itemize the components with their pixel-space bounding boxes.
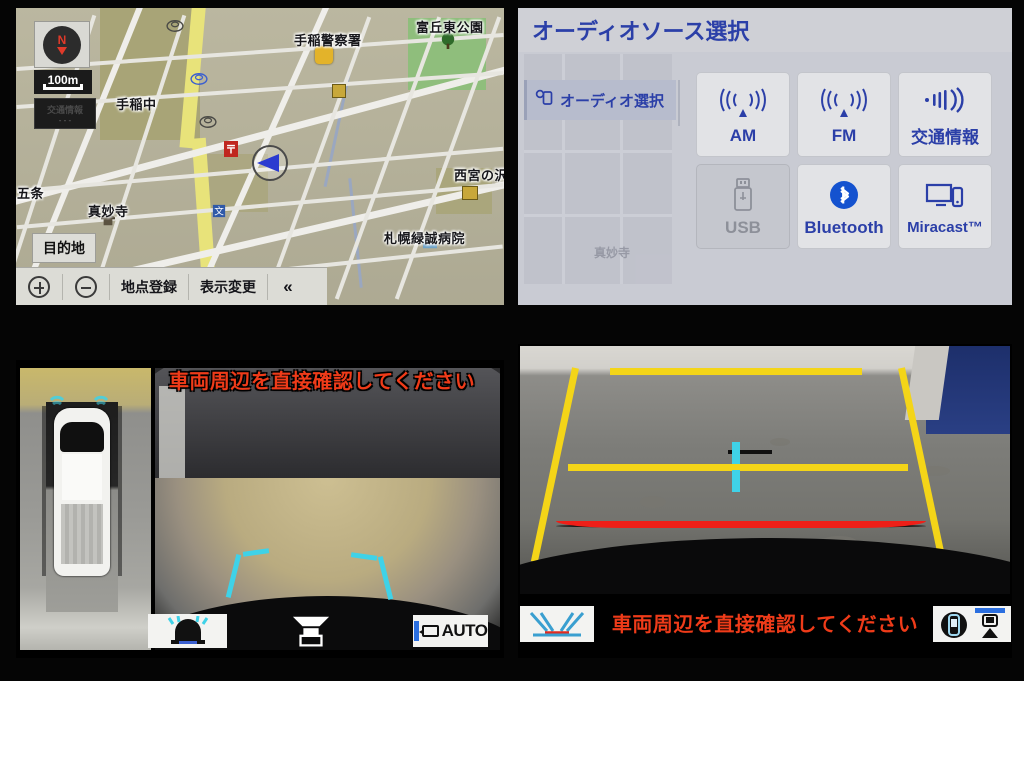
- poi-post-office-icon: 〒: [224, 141, 238, 157]
- audio-source-fm-button[interactable]: FM: [797, 72, 891, 157]
- map-label: 西宮の沢: [454, 168, 504, 183]
- car-wide-angle-icon: [292, 616, 330, 647]
- audio-source-miracast-button[interactable]: Miracast™: [898, 164, 992, 249]
- map-label: 手稲警察署: [294, 33, 362, 48]
- rear-center-marker: [732, 442, 740, 464]
- traffic-info-title: 交通情報: [46, 104, 83, 115]
- svg-text:文: 文: [214, 206, 224, 218]
- map-label: 真妙寺: [88, 204, 129, 219]
- audio-source-label: FM: [831, 125, 857, 145]
- rear-camera-view[interactable]: [520, 346, 1010, 594]
- audio-select-tab[interactable]: オーディオ選択: [524, 80, 676, 120]
- roof: [62, 454, 102, 500]
- rear-camera-warning-text: 車両周辺を直接確認してください: [611, 614, 919, 636]
- poi-school-icon: 文: [212, 204, 227, 218]
- panel-divider: [678, 80, 680, 126]
- poi-toyota-icon: [166, 19, 184, 33]
- guideline-toggle-button[interactable]: [520, 606, 594, 642]
- wall-shadow: [42, 406, 46, 576]
- rear-guideline-top: [610, 368, 862, 375]
- surround-camera-toolbar[interactable]: AUTO: [139, 613, 488, 651]
- rear-distance-line: [556, 521, 926, 528]
- compass-north-label: N: [57, 32, 67, 47]
- audio-select-label: オーディオ選択: [560, 92, 664, 110]
- navigation-system-screenshot: 〒 文 手稲中 手稲警察署 富丘東公園 五条 真妙寺 西宮の沢 札幌緑誠病院 N…: [0, 0, 1024, 768]
- windshield: [60, 422, 104, 452]
- radio-antenna-icon: [819, 84, 869, 122]
- destination-button[interactable]: 目的地: [32, 233, 96, 263]
- garage-pillar: [159, 386, 185, 486]
- change-display-button[interactable]: 表示変更: [189, 268, 267, 305]
- heading-arrow-icon: [257, 154, 279, 172]
- rear-bed: [61, 504, 103, 564]
- front-camera-warning-text: 車両周辺を直接確認してください: [168, 371, 476, 393]
- audio-select-icon: [535, 89, 554, 111]
- audio-source-label: AM: [729, 125, 757, 145]
- audio-source-label: USB: [725, 217, 761, 237]
- proximity-sensor-icon: [92, 388, 109, 406]
- audio-source-label: Bluetooth: [804, 217, 884, 237]
- audio-source-panel[interactable]: オーディオソース選択 真妙寺 オーディオ選択 AUDIO OFF ‹ ›: [518, 8, 1012, 305]
- front-camera-view[interactable]: [155, 368, 500, 650]
- camera-auto-icon: [418, 625, 439, 637]
- auto-button[interactable]: AUTO: [413, 615, 488, 647]
- poi-building-icon: [332, 84, 346, 98]
- traffic-info-box[interactable]: 交通情報 - - -: [34, 98, 96, 129]
- audio-source-traffic-button[interactable]: 交通情報: [898, 72, 992, 157]
- audio-source-usb-button[interactable]: USB: [696, 164, 790, 249]
- minus-icon: [75, 275, 97, 298]
- car-sensors-icon: [167, 616, 208, 644]
- plus-icon: [28, 275, 50, 298]
- bluetooth-icon: [827, 176, 861, 214]
- radio-antenna-icon: [718, 84, 768, 122]
- auto-button-label: AUTO: [441, 621, 488, 640]
- usb-plug-icon: [730, 176, 756, 214]
- audio-source-bluetooth-button[interactable]: Bluetooth: [797, 164, 891, 249]
- vehicle-position-marker: [252, 145, 288, 181]
- traffic-signal-icon: [920, 81, 970, 119]
- rear-center-marker: [732, 470, 740, 492]
- rear-view-switch-icon: [941, 612, 967, 638]
- view-switch-button[interactable]: [933, 606, 1011, 642]
- compass-needle-icon: [57, 46, 67, 55]
- map-label: 手稲中: [116, 97, 157, 112]
- wide-view-button[interactable]: [148, 614, 227, 648]
- rear-view-top-icon: [975, 608, 1005, 638]
- traffic-info-value: - - -: [58, 115, 72, 125]
- map-scale-bar: [43, 84, 83, 90]
- audio-source-label: Miracast™: [907, 219, 983, 236]
- map-label: 富丘東公園: [416, 20, 484, 35]
- compass-widget[interactable]: N: [34, 21, 90, 68]
- wall-shadow: [118, 406, 122, 576]
- map-label: 五条: [17, 186, 45, 201]
- map-scale-indicator: 100m: [34, 70, 92, 94]
- navigation-map-panel[interactable]: 〒 文 手稲中 手稲警察署 富丘東公園 五条 真妙寺 西宮の沢 札幌緑誠病院 N…: [16, 8, 504, 305]
- poi-building-icon: [462, 186, 478, 200]
- zoom-out-button[interactable]: [63, 268, 109, 305]
- audio-panel-title: オーディオソース選択: [518, 8, 1012, 52]
- proximity-sensor-icon: [48, 388, 65, 406]
- zoom-in-button[interactable]: [16, 268, 62, 305]
- map-toolbar[interactable]: 地点登録 表示変更 «: [16, 267, 327, 305]
- map-label: 札幌緑誠病院: [384, 231, 466, 246]
- screen-cast-icon: [924, 177, 966, 215]
- audio-source-am-button[interactable]: AM: [696, 72, 790, 157]
- poi-toyota-icon: [199, 115, 217, 129]
- vehicle-top-view-icon: [54, 408, 110, 576]
- rear-guideline-icon: [529, 612, 585, 637]
- compass-north-icon: N: [43, 25, 81, 64]
- audio-source-grid: AM FM 交通情報 USB Bluetooth Miracast™: [696, 72, 992, 250]
- map-scale-label: 100m: [47, 73, 79, 87]
- collapse-toolbar-button[interactable]: «: [268, 268, 308, 305]
- background-map-label: 真妙寺: [594, 246, 631, 260]
- top-down-vehicle-view[interactable]: [20, 368, 151, 650]
- audio-source-label: 交通情報: [911, 128, 979, 147]
- poi-toyota-icon: [190, 72, 208, 86]
- register-point-button[interactable]: 地点登録: [110, 268, 188, 305]
- panorama-button[interactable]: [291, 614, 331, 650]
